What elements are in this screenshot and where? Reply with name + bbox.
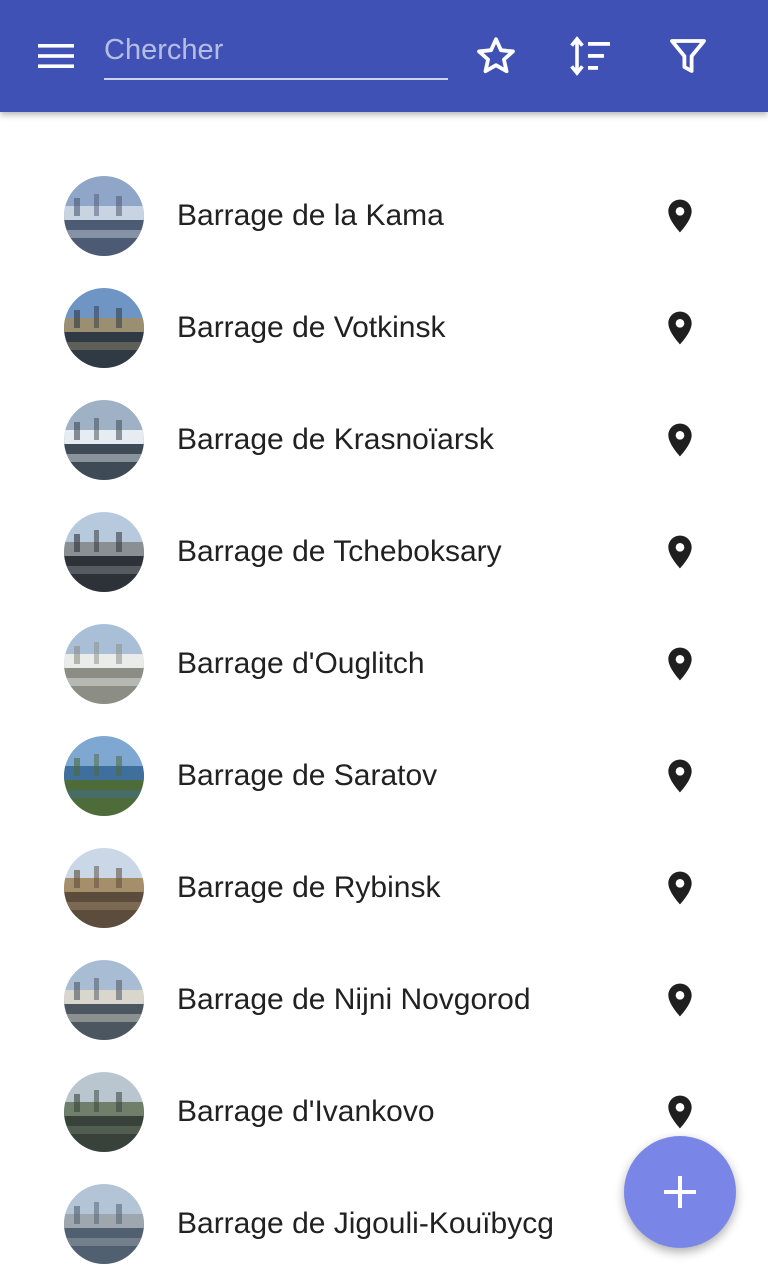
favorites-button[interactable]: [472, 32, 520, 80]
app-bar: [0, 0, 768, 112]
dam-name: Barrage de Krasnoïarsk: [177, 423, 494, 456]
menu-button[interactable]: [34, 36, 78, 76]
dam-name: Barrage de Rybinsk: [177, 871, 441, 904]
search-box: [104, 22, 448, 82]
list-item[interactable]: Barrage de la Kama: [0, 160, 768, 272]
list-item[interactable]: Barrage de Votkinsk: [0, 272, 768, 384]
dam-name: Barrage de Jigouli-Kouïbycg: [177, 1207, 554, 1240]
sort-icon: [570, 36, 610, 76]
dam-thumbnail: [64, 736, 144, 816]
list-item[interactable]: Barrage de Krasnoïarsk: [0, 384, 768, 496]
dam-thumbnail: [64, 1184, 144, 1264]
menu-icon: [38, 44, 74, 68]
filter-button[interactable]: [664, 32, 712, 80]
filter-icon: [670, 39, 706, 73]
dam-list: Barrage de la Kama Barrage de Votkinsk Bar…: [0, 160, 768, 1280]
dam-name: Barrage de la Kama: [177, 199, 444, 232]
star-outline-icon: [477, 37, 515, 74]
map-marker-icon[interactable]: [660, 866, 700, 910]
dam-thumbnail: [64, 400, 144, 480]
dam-thumbnail: [64, 288, 144, 368]
list-item[interactable]: Barrage d'Ouglitch: [0, 608, 768, 720]
map-marker-icon[interactable]: [660, 306, 700, 350]
dam-name: Barrage d'Ivankovo: [177, 1095, 435, 1128]
dam-thumbnail: [64, 960, 144, 1040]
list-item[interactable]: Barrage de Nijni Novgorod: [0, 944, 768, 1056]
dam-thumbnail: [64, 624, 144, 704]
dam-name: Barrage d'Ouglitch: [177, 647, 425, 680]
plus-icon: [664, 1176, 696, 1208]
dam-name: Barrage de Tcheboksary: [177, 535, 502, 568]
list-item[interactable]: Barrage de Tcheboksary: [0, 496, 768, 608]
dam-thumbnail: [64, 848, 144, 928]
sort-button[interactable]: [568, 32, 616, 80]
dam-thumbnail: [64, 512, 144, 592]
dam-name: Barrage de Votkinsk: [177, 311, 446, 344]
dam-thumbnail: [64, 1072, 144, 1152]
map-marker-icon[interactable]: [660, 754, 700, 798]
list-item[interactable]: Barrage de Saratov: [0, 720, 768, 832]
list-item[interactable]: Barrage de Rybinsk: [0, 832, 768, 944]
map-marker-icon[interactable]: [660, 1090, 700, 1134]
map-marker-icon[interactable]: [660, 642, 700, 686]
dam-name: Barrage de Saratov: [177, 759, 438, 792]
dam-name: Barrage de Nijni Novgorod: [177, 983, 531, 1016]
add-button[interactable]: [624, 1136, 736, 1248]
map-marker-icon[interactable]: [660, 418, 700, 462]
map-marker-icon[interactable]: [660, 530, 700, 574]
map-marker-icon[interactable]: [660, 978, 700, 1022]
search-input[interactable]: [104, 22, 448, 80]
map-marker-icon[interactable]: [660, 194, 700, 238]
dam-thumbnail: [64, 176, 144, 256]
